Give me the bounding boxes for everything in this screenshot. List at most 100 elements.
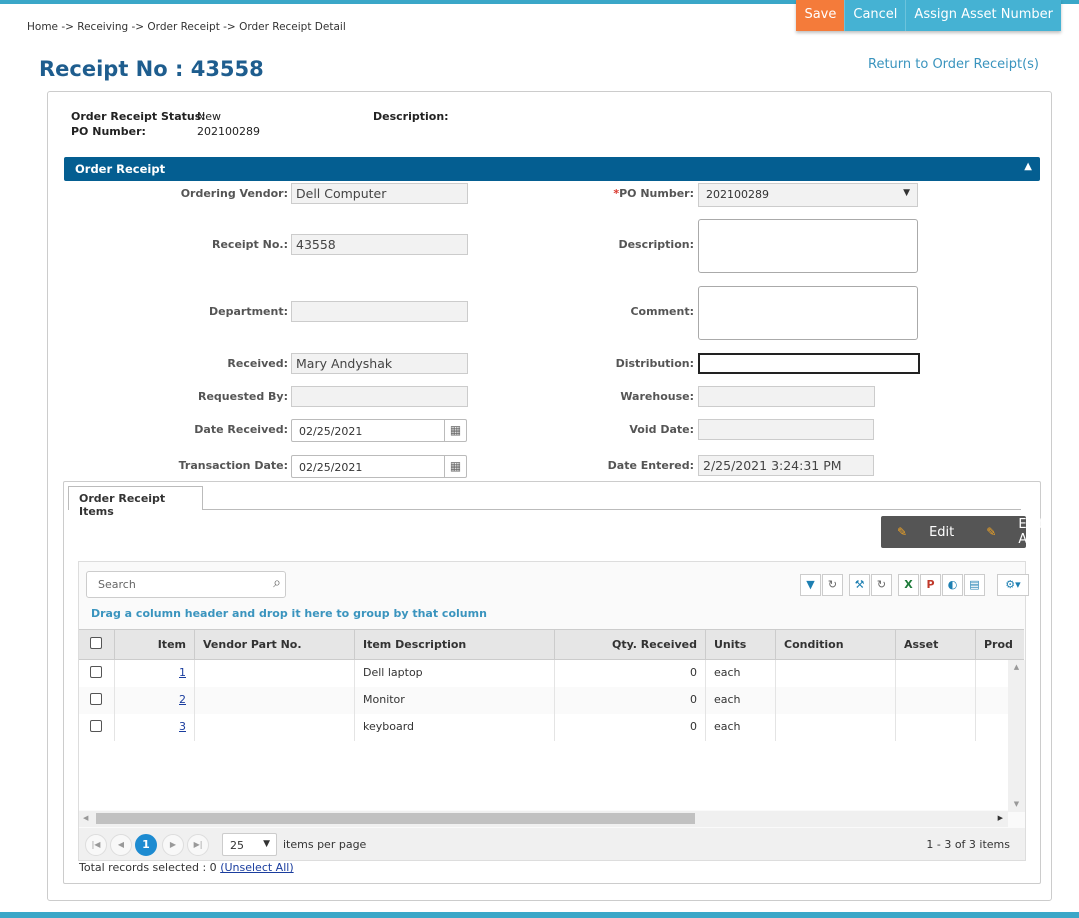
units-cell: each <box>706 687 776 714</box>
scroll-up-icon[interactable]: ▲ <box>1008 663 1025 671</box>
calendar-icon[interactable]: ▦ <box>444 456 466 477</box>
save-button[interactable]: Save <box>796 0 845 31</box>
scroll-right-icon[interactable]: ▶ <box>998 814 1003 822</box>
prod-cell <box>976 714 1008 741</box>
distribution-field[interactable] <box>698 353 920 374</box>
qty-cell: 0 <box>555 687 706 714</box>
pencil-icon: ✎ <box>897 525 908 539</box>
pager-range-text: 1 - 3 of 3 items <box>926 838 1010 851</box>
row-checkbox[interactable] <box>79 660 115 687</box>
status-value: New <box>197 110 221 123</box>
search-input[interactable]: Search ⌕ <box>86 571 286 598</box>
prev-page-icon[interactable]: ◀ <box>110 834 132 856</box>
cancel-button[interactable]: Cancel <box>844 0 906 31</box>
units-cell: each <box>706 714 776 741</box>
description-label: Description: <box>373 110 449 123</box>
group-by-hint: Drag a column header and drop it here to… <box>91 607 487 620</box>
last-page-icon[interactable]: ▶| <box>187 834 209 856</box>
transaction-date-picker[interactable]: 02/25/2021 ▦ <box>291 455 467 478</box>
wrench-icon[interactable]: ⚒ <box>849 574 870 596</box>
table-row[interactable]: 2 Monitor 0 each <box>79 687 1008 714</box>
collapse-icon[interactable]: ▲ <box>1024 161 1032 172</box>
vendor-field[interactable]: Dell Computer <box>291 183 468 204</box>
received-field[interactable]: Mary Andyshak <box>291 353 468 374</box>
row-checkbox[interactable] <box>79 687 115 714</box>
grid-toolbar: ▼ ↻ ⚒ ↻ X P ◐ ▤ ⚙▾ <box>800 574 1029 596</box>
po-number-label: PO Number: <box>71 125 146 138</box>
next-page-icon[interactable]: ▶ <box>162 834 184 856</box>
asset-cell <box>896 687 976 714</box>
column-header-units[interactable]: Units <box>706 630 776 659</box>
units-cell: each <box>706 660 776 687</box>
section-header-order-receipt[interactable]: Order Receipt ▲ <box>64 157 1040 181</box>
assign-asset-number-button[interactable]: Assign Asset Number <box>905 0 1061 31</box>
calendar-icon[interactable]: ▦ <box>444 420 466 441</box>
first-page-icon[interactable]: |◀ <box>85 834 107 856</box>
po-number-select[interactable]: 202100289 ▼ <box>698 183 918 207</box>
table-row[interactable]: 3 keyboard 0 each <box>79 714 1008 741</box>
warehouse-field[interactable] <box>698 386 875 407</box>
condition-cell <box>776 714 896 741</box>
item-cell: 3 <box>115 714 195 741</box>
void-date-field[interactable] <box>698 419 874 440</box>
column-header-item[interactable]: Item <box>115 630 195 659</box>
distribution-label: Distribution: <box>615 357 694 370</box>
edit-toolbar: ✎ Edit ✎ Edit All <box>881 516 1044 548</box>
vendor-label: Ordering Vendor: <box>180 187 288 200</box>
item-link[interactable]: 2 <box>179 693 186 706</box>
search-icon[interactable]: ⌕ <box>273 575 281 591</box>
scroll-down-icon[interactable]: ▼ <box>1008 800 1025 808</box>
document-icon[interactable]: ▤ <box>964 574 985 596</box>
asset-cell <box>896 660 976 687</box>
qty-cell: 0 <box>555 714 706 741</box>
page-number-current[interactable]: 1 <box>135 834 157 856</box>
horizontal-scroll-thumb[interactable] <box>96 813 695 824</box>
vertical-scrollbar[interactable]: ▲ ▼ <box>1008 660 1025 812</box>
date-received-picker[interactable]: 02/25/2021 ▦ <box>291 419 467 442</box>
requested-by-field[interactable] <box>291 386 468 407</box>
column-header-prod[interactable]: Prod <box>976 630 1024 659</box>
receipt-no-field[interactable]: 43558 <box>291 234 468 255</box>
status-label: Order Receipt Status: <box>71 110 206 123</box>
date-received-label: Date Received: <box>194 423 288 436</box>
edit-all-button[interactable]: ✎ Edit All <box>970 517 1059 547</box>
scroll-left-icon[interactable]: ◀ <box>83 814 88 822</box>
description-textarea[interactable] <box>698 219 918 273</box>
column-header-condition[interactable]: Condition <box>776 630 896 659</box>
items-per-page-label: items per page <box>283 838 367 851</box>
unselect-all-link[interactable]: (Unselect All) <box>220 861 293 874</box>
pdf-icon[interactable]: P <box>920 574 941 596</box>
table-row[interactable]: 1 Dell laptop 0 each <box>79 660 1008 687</box>
return-link[interactable]: Return to Order Receipt(s) <box>868 57 1039 72</box>
column-header-asset[interactable]: Asset <box>896 630 976 659</box>
transaction-date-value: 02/25/2021 <box>299 461 363 474</box>
column-header-description[interactable]: Item Description <box>355 630 555 659</box>
column-header-vendor-part[interactable]: Vendor Part No. <box>195 630 355 659</box>
prod-cell <box>976 660 1008 687</box>
page-title: Receipt No : 43558 <box>39 57 264 81</box>
comment-label: Comment: <box>630 305 694 318</box>
select-all-checkbox[interactable] <box>79 630 115 659</box>
chart-icon[interactable]: ◐ <box>942 574 963 596</box>
receipt-no-label: Receipt No.: <box>212 238 288 251</box>
column-header-qty-received[interactable]: Qty. Received <box>555 630 706 659</box>
row-checkbox[interactable] <box>79 714 115 741</box>
item-link[interactable]: 3 <box>179 720 186 733</box>
vendor-part-cell <box>195 687 355 714</box>
filter-icon[interactable]: ▼ <box>800 574 821 596</box>
date-entered-field[interactable]: 2/25/2021 3:24:31 PM <box>698 455 874 476</box>
reset-icon[interactable]: ↻ <box>871 574 892 596</box>
clear-filter-icon[interactable]: ↻ <box>822 574 843 596</box>
tab-order-receipt-items[interactable]: Order Receipt Items <box>68 486 203 518</box>
excel-icon[interactable]: X <box>898 574 919 596</box>
department-field[interactable] <box>291 301 468 322</box>
edit-button[interactable]: ✎ Edit <box>881 525 970 540</box>
page-size-select[interactable]: 25 ▼ <box>222 833 277 856</box>
comment-textarea[interactable] <box>698 286 918 340</box>
settings-gear-icon[interactable]: ⚙▾ <box>997 574 1029 596</box>
item-link[interactable]: 1 <box>179 666 186 679</box>
bottom-accent-bar <box>0 912 1079 918</box>
